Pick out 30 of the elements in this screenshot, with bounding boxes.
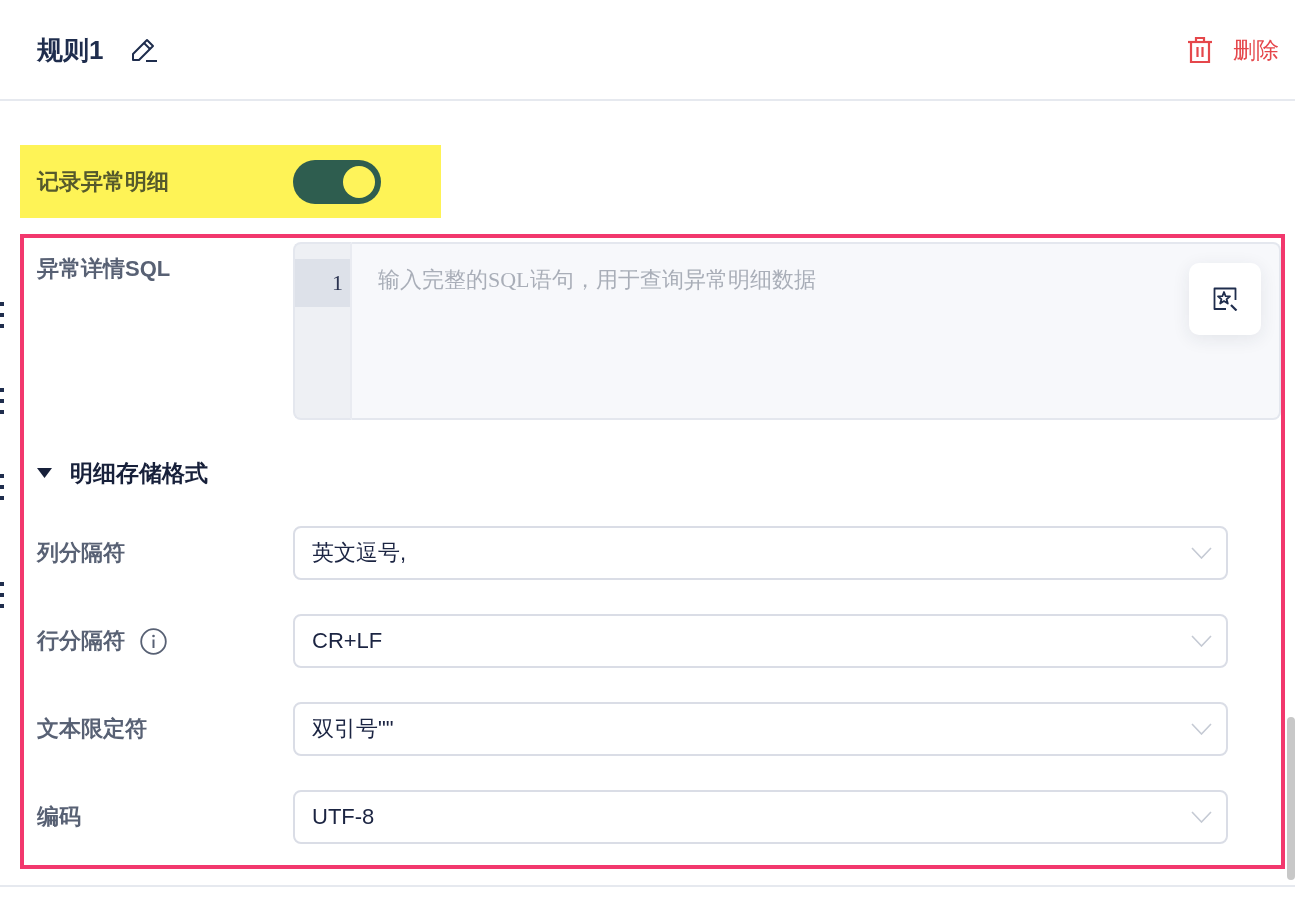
chevron-down-icon [1191,635,1212,647]
chevron-down-icon [1191,723,1212,735]
info-icon[interactable] [140,627,167,655]
select-field[interactable]: 英文逗号, [293,526,1228,580]
field-label: 行分隔符 [37,627,125,655]
rule-title: 规则1 [37,34,104,65]
delete-button[interactable]: 删除 [1187,35,1279,64]
sparkle-frame-icon [1212,287,1238,311]
field-label: 异常详情SQL [37,255,171,283]
field-label: 编码 [37,803,81,831]
chevron-down-icon [1191,547,1212,559]
drag-handle-icon[interactable] [0,582,4,608]
trash-icon [1187,35,1213,64]
sparkle-button[interactable] [1189,263,1261,335]
sql-input[interactable]: 输入完整的SQL语句，用于查询异常明细数据 [352,242,1281,420]
edit-icon[interactable] [131,37,159,62]
line-number: 1 [332,270,343,296]
drag-handle-icon[interactable] [0,388,4,414]
select-field[interactable]: CR+LF [293,614,1228,668]
field-label: 文本限定符 [37,715,147,743]
chevron-down-icon [1191,811,1212,823]
toggle-label: 记录异常明细 [37,167,170,196]
drag-handle-icon[interactable] [0,302,4,328]
section-toggle[interactable]: 明细存储格式 [37,460,208,486]
select-field[interactable]: UTF-8 [293,790,1228,844]
drag-handle-icon[interactable] [0,474,4,500]
scrollbar-thumb[interactable] [1287,717,1295,880]
select-field[interactable]: 双引号"" [293,702,1228,756]
toggle-switch[interactable] [293,159,381,204]
field-label: 列分隔符 [37,539,125,567]
